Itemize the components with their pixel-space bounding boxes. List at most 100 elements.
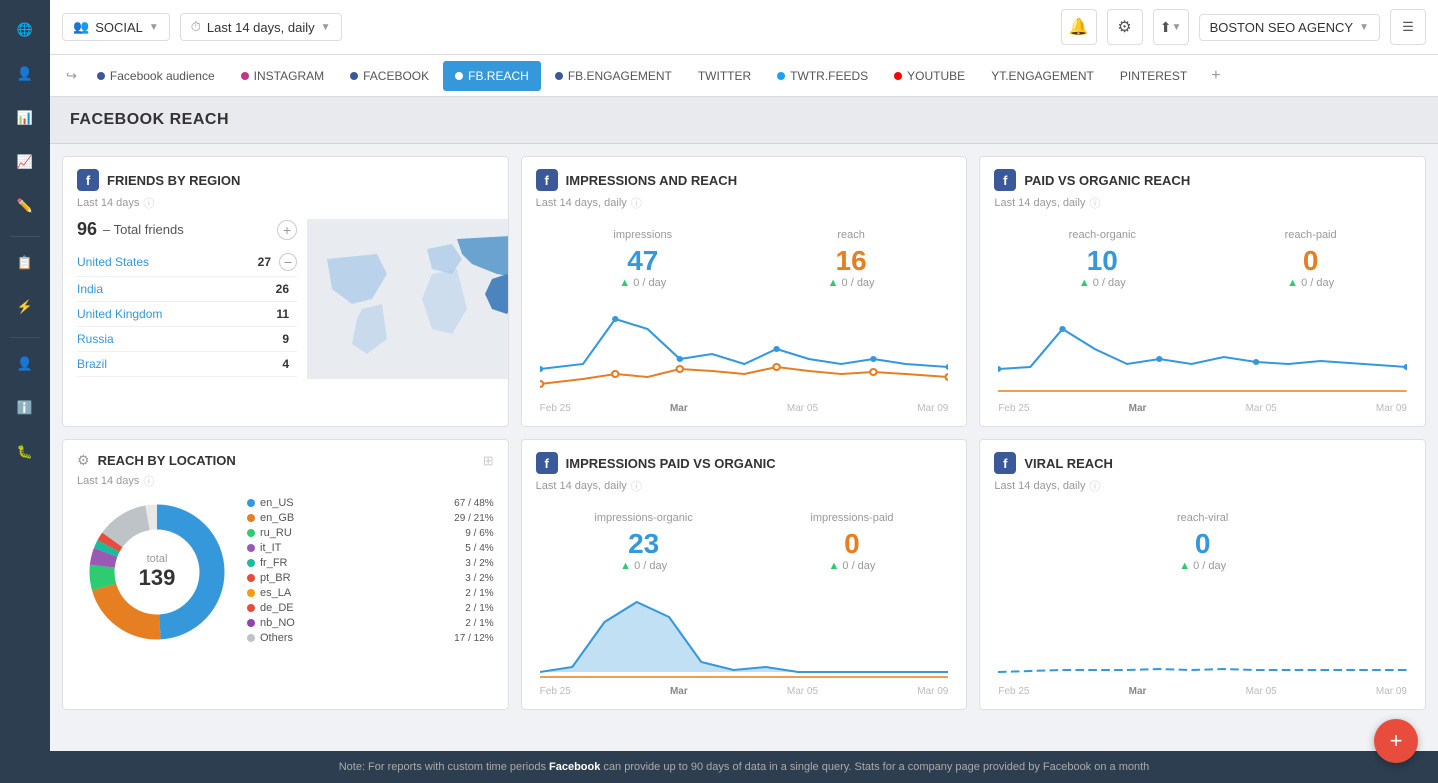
- collapse-us-button[interactable]: −: [279, 253, 297, 271]
- tab-pinterest[interactable]: PINTEREST: [1108, 61, 1199, 91]
- legend-name-en-us: en_US: [260, 497, 449, 509]
- gear-icon: ⚙: [1117, 17, 1131, 37]
- tab-label: TWTR.FEEDS: [790, 69, 868, 83]
- tab-dot: [894, 72, 902, 80]
- sidebar-item-clipboard[interactable]: 📋: [5, 243, 45, 283]
- card-header-viral: f VIRAL REACH: [980, 440, 1425, 478]
- expand-icon[interactable]: ⊞: [483, 453, 494, 469]
- country-name-brazil[interactable]: Brazil: [77, 357, 282, 371]
- page-title: FACEBOOK REACH: [70, 111, 1418, 129]
- tab-facebook-audience[interactable]: Facebook audience: [85, 61, 227, 91]
- sidebar: 🌐 👤 📊 📈 ✏️ 📋 ⚡ 👤 ℹ️ 🐛: [0, 0, 50, 783]
- notifications-button[interactable]: 🔔: [1061, 9, 1097, 45]
- legend-item-es-la: es_LA 2 / 1%: [247, 587, 494, 599]
- tab-yt-engagement[interactable]: YT.ENGAGEMENT: [979, 61, 1106, 91]
- country-name-russia[interactable]: Russia: [77, 332, 282, 346]
- country-row-uk: United Kingdom 11: [77, 302, 297, 327]
- tab-twitter[interactable]: TWITTER: [686, 61, 763, 91]
- info-icon: ⓘ: [631, 478, 642, 494]
- sidebar-item-info[interactable]: ℹ️: [5, 388, 45, 428]
- country-count-india: 26: [276, 282, 289, 296]
- social-selector[interactable]: 👥 SOCIAL ▼: [62, 13, 170, 41]
- tab-twtr-feeds[interactable]: TWTR.FEEDS: [765, 61, 880, 91]
- legend-list: en_US 67 / 48% en_GB 29 / 21% ru_RU: [247, 497, 494, 647]
- page-area: FACEBOOK REACH f FRIENDS BY REGION Last …: [50, 97, 1438, 751]
- sidebar-item-user[interactable]: 👤: [5, 344, 45, 384]
- country-count-brazil: 4: [282, 357, 289, 371]
- legend-val-de-de: 2 / 1%: [465, 603, 493, 614]
- main-wrap: 👥 SOCIAL ▼ ⏱ Last 14 days, daily ▼ 🔔 ⚙ ⬆…: [50, 0, 1438, 783]
- delta-arrow-icon: ▲: [1079, 277, 1090, 289]
- legend-val-fr-fr: 3 / 2%: [465, 558, 493, 569]
- card-body-viral: reach-viral 0 ▲ 0 / day: [980, 502, 1425, 709]
- legend-dot-nb-no: [247, 619, 255, 627]
- date-selector[interactable]: ⏱ Last 14 days, daily ▼: [180, 13, 342, 41]
- legend-item-en-gb: en_GB 29 / 21%: [247, 512, 494, 524]
- country-name-us[interactable]: United States: [77, 255, 258, 269]
- agency-selector[interactable]: BOSTON SEO AGENCY ▼: [1199, 14, 1380, 41]
- fab-button[interactable]: +: [1374, 719, 1418, 763]
- card-impressions-paid-organic: f IMPRESSIONS PAID VS ORGANIC Last 14 da…: [521, 439, 968, 710]
- page-header: FACEBOOK REACH: [50, 97, 1438, 144]
- legend-item-it-it: it_IT 5 / 4%: [247, 542, 494, 554]
- sidebar-item-chart[interactable]: 📊: [5, 98, 45, 138]
- legend-dot-it-it: [247, 544, 255, 552]
- viral-value: 0: [1177, 528, 1228, 560]
- sidebar-item-edit[interactable]: ✏️: [5, 186, 45, 226]
- card-body-friends: 96 – Total friends + United States 27 − …: [63, 219, 508, 426]
- impressions-value: 47: [613, 245, 672, 277]
- tab-fb-reach[interactable]: FB.REACH: [443, 61, 541, 91]
- tab-label: PINTEREST: [1120, 69, 1187, 83]
- legend-val-ru-ru: 9 / 6%: [465, 528, 493, 539]
- legend-name-pt-br: pt_BR: [260, 572, 460, 584]
- note-suffix: can provide up to 90 days of data in a s…: [600, 761, 1149, 773]
- impressions-paid-metric: impressions-paid 0 ▲ 0 / day: [810, 512, 893, 572]
- expand-button[interactable]: +: [277, 220, 297, 240]
- legend-dot-en-us: [247, 499, 255, 507]
- reach-location-container: total 139 en_US 67 / 48%: [77, 497, 494, 647]
- sidebar-item-people[interactable]: 👤: [5, 54, 45, 94]
- legend-val-pt-br: 3 / 2%: [465, 573, 493, 584]
- organic-value: 10: [1069, 245, 1136, 277]
- card-title-friends: FRIENDS BY REGION: [107, 173, 240, 188]
- country-name-india[interactable]: India: [77, 282, 276, 296]
- tab-facebook[interactable]: FACEBOOK: [338, 61, 441, 91]
- date-dropdown-arrow: ▼: [321, 22, 331, 33]
- friends-region-container: 96 – Total friends + United States 27 − …: [77, 219, 494, 379]
- tab-label: Facebook audience: [110, 69, 215, 83]
- sidebar-item-trending[interactable]: 📈: [5, 142, 45, 182]
- people-icon: 👥: [73, 19, 89, 35]
- note-prefix: Note: For reports with custom time perio…: [339, 761, 549, 773]
- tab-instagram[interactable]: INSTAGRAM: [229, 61, 336, 91]
- legend-val-en-us: 67 / 48%: [454, 498, 493, 509]
- menu-button[interactable]: ☰: [1390, 9, 1426, 45]
- sidebar-item-globe[interactable]: 🌐: [5, 10, 45, 50]
- sidebar-item-lightning[interactable]: ⚡: [5, 287, 45, 327]
- tab-youtube[interactable]: YOUTUBE: [882, 61, 977, 91]
- total-word: total: [139, 553, 176, 565]
- metrics-row-viral: reach-viral 0 ▲ 0 / day: [994, 502, 1411, 582]
- legend-val-it-it: 5 / 4%: [465, 543, 493, 554]
- card-header-impressions-paid: f IMPRESSIONS PAID VS ORGANIC: [522, 440, 967, 478]
- tab-fb-engagement[interactable]: FB.ENGAGEMENT: [543, 61, 684, 91]
- info-icon: ⓘ: [1089, 478, 1100, 494]
- share-button[interactable]: ⬆ ▼: [1153, 9, 1189, 45]
- country-row-us: United States 27 −: [77, 248, 297, 277]
- sidebar-item-bug[interactable]: 🐛: [5, 432, 45, 472]
- reach-value: 16: [828, 245, 875, 277]
- impressions-metric: impressions 47 ▲ 0 / day: [613, 229, 672, 289]
- settings-button[interactable]: ⚙: [1107, 9, 1143, 45]
- donut-chart: total 139: [77, 497, 237, 647]
- fb-icon: f: [994, 169, 1016, 191]
- country-row-india: India 26: [77, 277, 297, 302]
- tab-add-button[interactable]: +: [1205, 67, 1226, 85]
- friends-list: 96 – Total friends + United States 27 − …: [77, 219, 297, 379]
- legend-dot-de-de: [247, 604, 255, 612]
- card-header-impressions: f IMPRESSIONS AND REACH: [522, 157, 967, 195]
- reach-delta: ▲ 0 / day: [828, 277, 875, 289]
- share-arrow: ▼: [1171, 22, 1181, 33]
- country-name-uk[interactable]: United Kingdom: [77, 307, 276, 321]
- tab-back-button[interactable]: ↪: [60, 68, 83, 84]
- fb-icon: f: [536, 452, 558, 474]
- legend-item-ru-ru: ru_RU 9 / 6%: [247, 527, 494, 539]
